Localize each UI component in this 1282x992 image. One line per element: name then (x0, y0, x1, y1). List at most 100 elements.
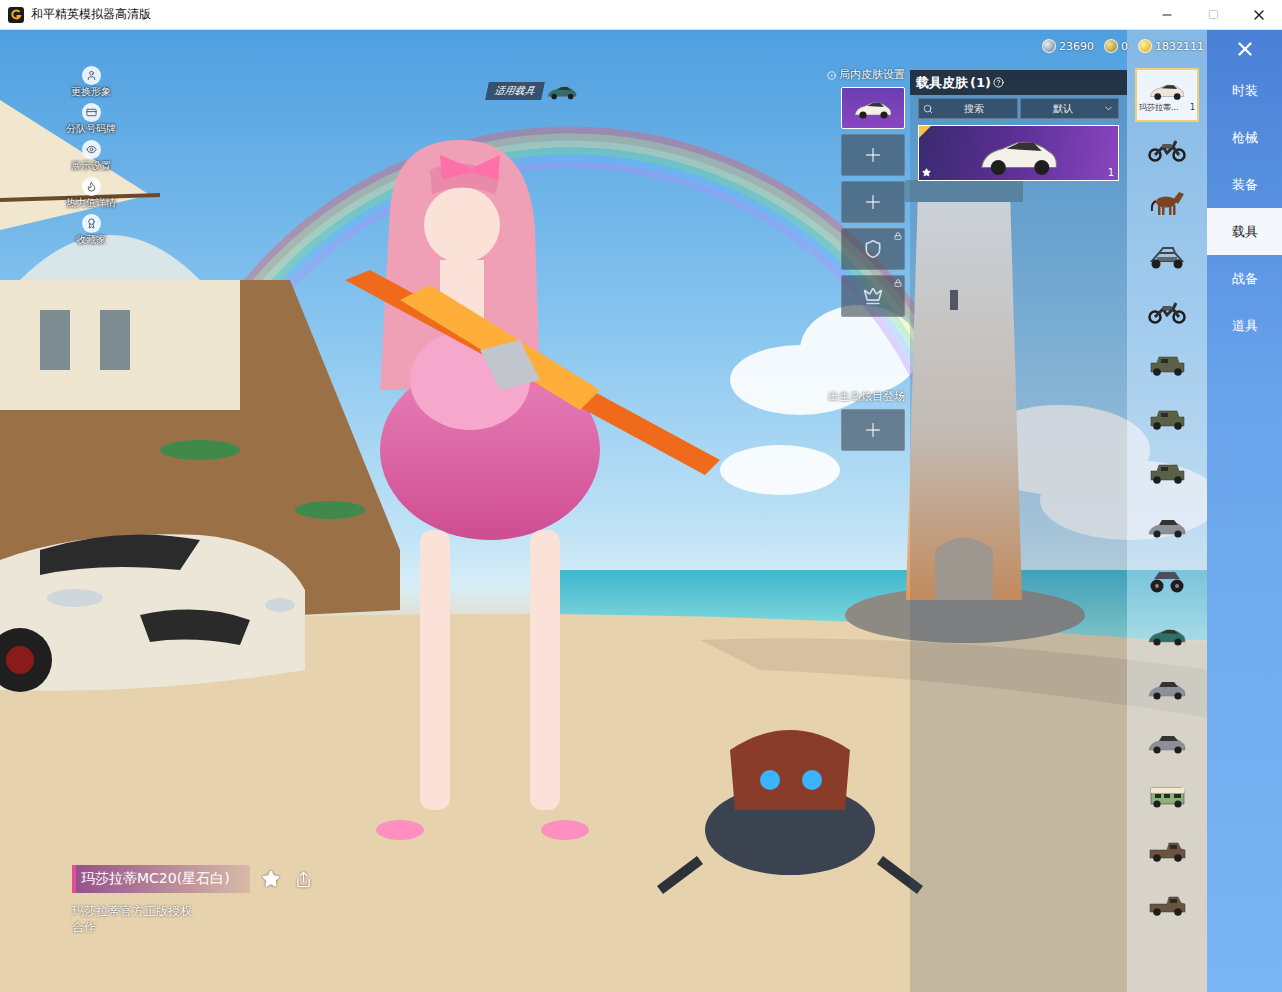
search-icon (923, 104, 933, 114)
favorite-mark (922, 168, 931, 177)
vehicle-type-item[interactable] (1135, 176, 1199, 230)
sportscar-icon (853, 94, 893, 122)
minimize-button[interactable] (1144, 0, 1190, 29)
skin-slot[interactable] (841, 134, 905, 176)
sort-dropdown[interactable]: 默认 (1020, 98, 1120, 119)
menu-item-icon (86, 144, 97, 155)
maximize-icon (1208, 9, 1219, 20)
coin-coin-icon (1138, 39, 1152, 53)
close-panel-button[interactable] (1207, 30, 1282, 67)
vehicle-type-item[interactable]: 玛莎拉蒂...1 (1135, 68, 1199, 122)
badge-icon (863, 239, 883, 259)
vehicle-type-list: 玛莎拉蒂...1 (1127, 30, 1207, 992)
star-icon (262, 870, 280, 888)
game-lobby: 更换形象分队号码牌展示设置热力值详情收藏家适用载具局内皮肤设置出生岛炫目登场玛莎… (0, 30, 1282, 992)
lobby-menu-item[interactable]: 展示设置 (58, 140, 124, 173)
search-row: 默认 (910, 95, 1127, 122)
skin-slot[interactable] (841, 409, 905, 451)
help-icon[interactable] (993, 77, 1004, 88)
search-field[interactable] (918, 98, 1018, 119)
sportscar-icon (1147, 77, 1187, 103)
vehicle-type-item[interactable] (1135, 608, 1199, 662)
vehicle-type-item[interactable] (1135, 500, 1199, 554)
sedan-icon (1147, 674, 1187, 704)
motorcycle-icon (1147, 134, 1187, 164)
category-tab[interactable]: 道具 (1207, 302, 1282, 349)
vehicle-type-item[interactable] (1135, 446, 1199, 500)
vehicle-type-item[interactable] (1135, 284, 1199, 338)
skin-slot[interactable] (841, 228, 905, 270)
category-tab[interactable]: 战备 (1207, 255, 1282, 302)
lobby-menu-item[interactable]: 收藏家 (58, 214, 124, 247)
currency-bar: 2369001832111 (1042, 39, 1204, 53)
item-info: 玛莎拉蒂MC20(星石白)玛莎拉蒂官方正版授权合作 (72, 865, 314, 935)
jeep-icon (1147, 404, 1187, 434)
motorcycle-icon (1147, 296, 1187, 326)
horse-icon (1147, 188, 1187, 218)
vehicle-type-item[interactable] (1135, 554, 1199, 608)
close-icon (1251, 7, 1267, 23)
jeep-icon (1147, 458, 1187, 488)
plus-icon (862, 191, 884, 213)
skin-slot[interactable] (841, 87, 905, 129)
title-bar: 和平精英模拟器高清版 (0, 0, 1282, 30)
window-controls (1144, 0, 1282, 29)
skin-card[interactable]: 1 (918, 125, 1119, 181)
help-icon[interactable] (815, 392, 825, 402)
currency-item: 23690 (1042, 39, 1094, 53)
pickup-icon (1147, 890, 1187, 920)
lobby-menu-item[interactable]: 分队号码牌 (58, 103, 124, 136)
van-icon (1147, 782, 1187, 812)
item-name: 玛莎拉蒂MC20(星石白) (72, 865, 250, 893)
share-icon (295, 871, 312, 888)
skin-slot[interactable] (841, 275, 905, 317)
category-tab[interactable]: 载具 (1207, 208, 1282, 255)
favorite-button[interactable] (260, 868, 282, 890)
category-tab[interactable]: 装备 (1207, 161, 1282, 208)
menu-icon-circle (82, 66, 101, 85)
lock-badge (893, 278, 902, 287)
menu-label: 分队号码牌 (66, 122, 116, 135)
item-description: 玛莎拉蒂官方正版授权 (72, 903, 314, 919)
sedan-icon (1147, 512, 1187, 542)
menu-icon-circle (82, 140, 101, 159)
menu-label: 展示设置 (71, 159, 111, 172)
buggy-icon (1147, 242, 1187, 272)
in-game-skin-settings: 局内皮肤设置出生岛炫目登场 (815, 68, 905, 451)
vehicle-type-item[interactable] (1135, 716, 1199, 770)
lock-icon (894, 232, 902, 240)
gold-coin-icon (1104, 39, 1118, 53)
menu-label: 收藏家 (76, 233, 106, 246)
equipped-badge (919, 126, 931, 138)
menu-label: 热力值详情 (66, 196, 116, 209)
category-tab[interactable]: 时装 (1207, 67, 1282, 114)
vehicle-type-item[interactable] (1135, 824, 1199, 878)
spawn-entrance-title: 出生岛炫目登场 (815, 390, 905, 404)
item-name-row: 玛莎拉蒂MC20(星石白) (72, 865, 314, 893)
sedan-icon (1147, 728, 1187, 758)
vehicle-type-item[interactable] (1135, 770, 1199, 824)
skin-slot[interactable] (841, 181, 905, 223)
share-button[interactable] (292, 868, 314, 890)
lock-icon (894, 279, 902, 287)
vehicle-type-item[interactable] (1135, 662, 1199, 716)
close-button[interactable] (1236, 0, 1282, 29)
vehicle-type-item[interactable] (1135, 338, 1199, 392)
coupe-icon (1147, 620, 1187, 650)
lobby-menu-item[interactable]: 热力值详情 (58, 177, 124, 210)
vehicle-type-item[interactable] (1135, 878, 1199, 932)
menu-icon-circle (82, 103, 101, 122)
plus-icon (862, 144, 884, 166)
vehicle-type-item[interactable] (1135, 392, 1199, 446)
menu-item-icon (86, 181, 97, 192)
search-input[interactable] (935, 103, 1013, 114)
silver-coin-icon (1042, 39, 1056, 53)
jeep-icon (1147, 350, 1187, 380)
vehicle-type-item[interactable] (1135, 122, 1199, 176)
vehicle-type-item[interactable] (1135, 230, 1199, 284)
chevron-down-icon (1103, 103, 1114, 114)
lobby-menu-item[interactable]: 更换形象 (58, 66, 124, 99)
category-tab[interactable]: 枪械 (1207, 114, 1282, 161)
currency-item: 0 (1104, 39, 1128, 53)
in-game-skin-title: 局内皮肤设置 (827, 68, 905, 82)
